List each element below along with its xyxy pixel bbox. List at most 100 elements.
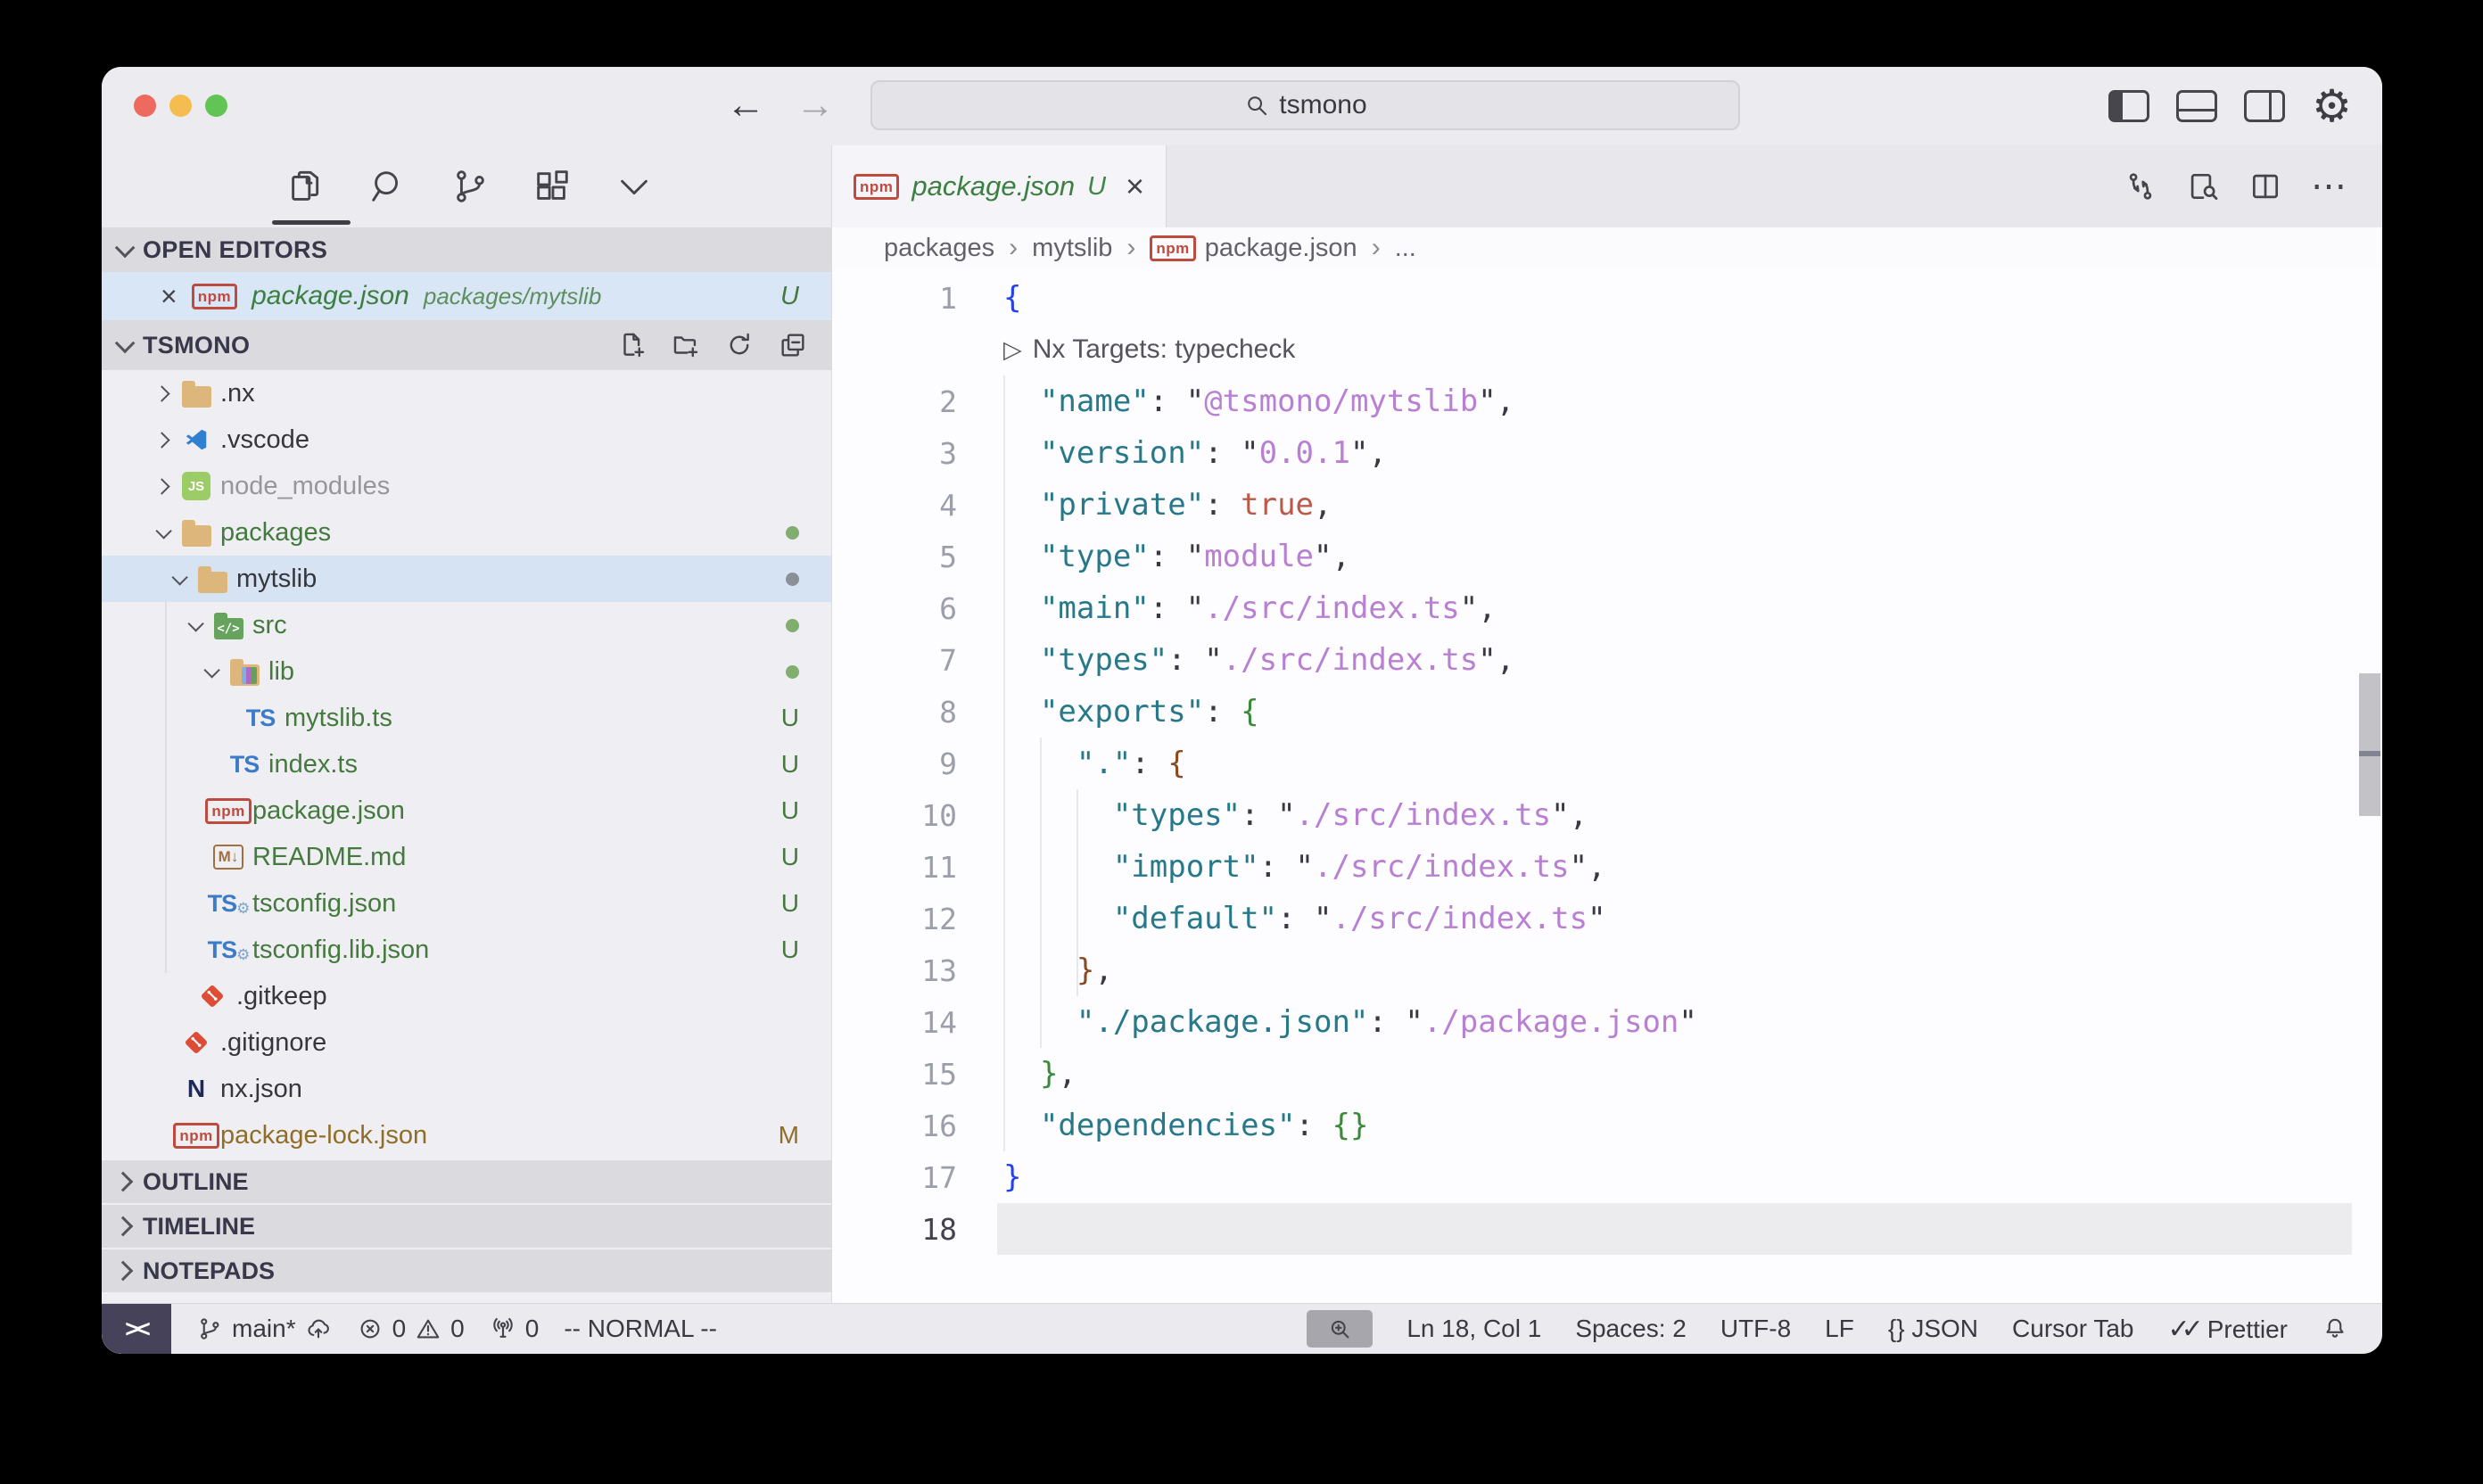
formatter-status[interactable]: ✓✓Prettier bbox=[2167, 1314, 2288, 1345]
section-title: NOTEPADS bbox=[143, 1257, 275, 1285]
broadcast-icon bbox=[490, 1315, 516, 1342]
tree-item-.nx[interactable]: .nx bbox=[102, 370, 831, 416]
find-in-file-icon[interactable] bbox=[2186, 169, 2220, 203]
code-text: }, bbox=[1003, 1056, 1077, 1092]
code-line-3[interactable]: 3 "version": "0.0.1", bbox=[832, 427, 2382, 479]
code-line-12[interactable]: 12 "default": "./src/index.ts" bbox=[832, 893, 2382, 944]
code-line-1[interactable]: 1{ bbox=[832, 272, 2382, 324]
twistie[interactable] bbox=[145, 527, 177, 539]
scrollbar-thumb[interactable] bbox=[2359, 673, 2380, 816]
tree-item-mytslib[interactable]: mytslib bbox=[102, 556, 831, 602]
close-window-button[interactable] bbox=[134, 95, 156, 117]
tree-item-tsconfig.lib.json[interactable]: TStsconfig.lib.jsonU bbox=[102, 927, 831, 973]
code-line-6[interactable]: 6 "main": "./src/index.ts", bbox=[832, 582, 2382, 634]
new-file-icon[interactable] bbox=[617, 330, 648, 360]
twistie[interactable] bbox=[161, 573, 194, 585]
breadcrumb-item[interactable]: mytslib bbox=[1032, 234, 1112, 263]
code-line-11[interactable]: 11 "import": "./src/index.ts", bbox=[832, 841, 2382, 893]
breadcrumb-item[interactable]: ... bbox=[1395, 234, 1416, 263]
tree-item-packages[interactable]: packages bbox=[102, 509, 831, 556]
code-line-14[interactable]: 14 "./package.json": "./package.json" bbox=[832, 996, 2382, 1048]
compare-changes-icon[interactable] bbox=[2124, 169, 2157, 203]
tree-item-package-lock.json[interactable]: npmpackage-lock.jsonM bbox=[102, 1112, 831, 1158]
tree-item-mytslib.ts[interactable]: TSmytslib.tsU bbox=[102, 695, 831, 741]
vim-mode-indicator[interactable]: -- NORMAL -- bbox=[564, 1315, 717, 1343]
twistie[interactable] bbox=[177, 620, 210, 631]
split-editor-icon[interactable] bbox=[2248, 169, 2282, 203]
section-header-notepads[interactable]: NOTEPADS bbox=[102, 1249, 831, 1292]
history-back-button[interactable]: ← bbox=[726, 83, 765, 128]
tree-item-src[interactable]: </>src bbox=[102, 602, 831, 648]
code-line-16[interactable]: 16 "dependencies": {} bbox=[832, 1100, 2382, 1151]
toggle-panel-icon[interactable] bbox=[2176, 90, 2217, 122]
history-forward-button[interactable]: → bbox=[796, 83, 835, 128]
extensions-icon[interactable] bbox=[532, 166, 573, 207]
code-line-10[interactable]: 10 "types": "./src/index.ts", bbox=[832, 789, 2382, 841]
refresh-icon[interactable] bbox=[724, 330, 755, 360]
search-view-icon[interactable] bbox=[367, 166, 408, 207]
notifications-bell-icon[interactable] bbox=[2322, 1315, 2348, 1342]
code-line-13[interactable]: 13 }, bbox=[832, 944, 2382, 996]
close-editor-icon[interactable]: × bbox=[161, 280, 177, 313]
npm-icon: npm bbox=[1150, 235, 1195, 261]
tab-package-json[interactable]: npm package.json U × bbox=[832, 145, 1167, 227]
code-editor[interactable]: 1{▷Nx Targets: typecheck2 "name": "@tsmo… bbox=[832, 268, 2382, 1303]
screencast-zoom-button[interactable] bbox=[1307, 1310, 1373, 1348]
open-editors-header[interactable]: OPEN EDITORS bbox=[102, 227, 831, 272]
tree-item-.vscode[interactable]: .vscode bbox=[102, 416, 831, 463]
explorer-section-header[interactable]: TSMONO bbox=[102, 320, 831, 370]
tree-item-.gitignore[interactable]: .gitignore bbox=[102, 1019, 831, 1066]
twistie[interactable] bbox=[145, 434, 177, 446]
tree-item-index.ts[interactable]: TSindex.tsU bbox=[102, 741, 831, 787]
settings-gear-icon[interactable]: ⚙ bbox=[2312, 84, 2352, 128]
cursor-position[interactable]: Ln 18, Col 1 bbox=[1406, 1315, 1541, 1343]
section-header-outline[interactable]: OUTLINE bbox=[102, 1160, 831, 1203]
code-line-8[interactable]: 8 "exports": { bbox=[832, 686, 2382, 738]
indentation-setting[interactable]: Spaces: 2 bbox=[1575, 1315, 1687, 1343]
branch-status[interactable]: main* bbox=[196, 1315, 332, 1343]
toggle-secondary-sidebar-icon[interactable] bbox=[2244, 90, 2285, 122]
code-line-7[interactable]: 7 "types": "./src/index.ts", bbox=[832, 634, 2382, 686]
close-tab-icon[interactable]: × bbox=[1126, 168, 1144, 205]
eol-setting[interactable]: LF bbox=[1825, 1315, 1854, 1343]
code-line-18[interactable]: 18 bbox=[832, 1203, 2382, 1255]
tree-item-package.json[interactable]: npmpackage.jsonU bbox=[102, 787, 831, 834]
source-control-icon[interactable] bbox=[450, 166, 491, 207]
section-header-timeline[interactable]: TIMELINE bbox=[102, 1205, 831, 1248]
more-actions-icon[interactable]: ⋯ bbox=[2311, 169, 2347, 203]
breadcrumb-item[interactable]: npmpackage.json bbox=[1150, 234, 1357, 263]
code-line-17[interactable]: 17} bbox=[832, 1151, 2382, 1203]
tree-item-tsconfig.json[interactable]: TStsconfig.jsonU bbox=[102, 880, 831, 927]
zoom-in-icon bbox=[1326, 1315, 1353, 1342]
twistie[interactable] bbox=[194, 666, 226, 678]
code-line-2[interactable]: 2 "name": "@tsmono/mytslib", bbox=[832, 375, 2382, 427]
code-line-5[interactable]: 5 "type": "module", bbox=[832, 531, 2382, 582]
code-line-15[interactable]: 15 }, bbox=[832, 1048, 2382, 1100]
tree-item-README.md[interactable]: M↓README.mdU bbox=[102, 834, 831, 880]
remote-indicator[interactable]: >< bbox=[102, 1304, 171, 1354]
toggle-sidebar-icon[interactable] bbox=[2108, 90, 2149, 122]
ports-status[interactable]: 0 bbox=[490, 1315, 540, 1343]
codelens-nx-targets[interactable]: ▷Nx Targets: typecheck bbox=[832, 324, 2382, 375]
code-line-9[interactable]: 9 ".": { bbox=[832, 738, 2382, 789]
new-folder-icon[interactable] bbox=[671, 330, 701, 360]
language-mode[interactable]: {} JSON bbox=[1888, 1315, 1978, 1343]
more-views-chevron-icon[interactable] bbox=[614, 166, 655, 207]
explorer-icon[interactable] bbox=[285, 166, 326, 207]
cursor-tab-status[interactable]: Cursor Tab bbox=[2012, 1315, 2133, 1343]
tree-item-node_modules[interactable]: JSnode_modules bbox=[102, 463, 831, 509]
command-center-search[interactable]: tsmono bbox=[870, 80, 1740, 130]
minimize-window-button[interactable] bbox=[169, 95, 192, 117]
encoding-setting[interactable]: UTF-8 bbox=[1720, 1315, 1791, 1343]
twistie[interactable] bbox=[145, 481, 177, 492]
problems-status[interactable]: 0 0 bbox=[357, 1315, 465, 1343]
tree-item-.gitkeep[interactable]: .gitkeep bbox=[102, 973, 831, 1019]
collapse-all-icon[interactable] bbox=[778, 330, 808, 360]
code-line-4[interactable]: 4 "private": true, bbox=[832, 479, 2382, 531]
open-editor-item[interactable]: × npm package.json packages/mytslib U bbox=[102, 272, 831, 320]
twistie[interactable] bbox=[145, 388, 177, 400]
tree-item-lib[interactable]: lib bbox=[102, 648, 831, 695]
maximize-window-button[interactable] bbox=[205, 95, 227, 117]
tree-item-nx.json[interactable]: Nnx.json bbox=[102, 1066, 831, 1112]
breadcrumb-item[interactable]: packages bbox=[884, 234, 994, 263]
